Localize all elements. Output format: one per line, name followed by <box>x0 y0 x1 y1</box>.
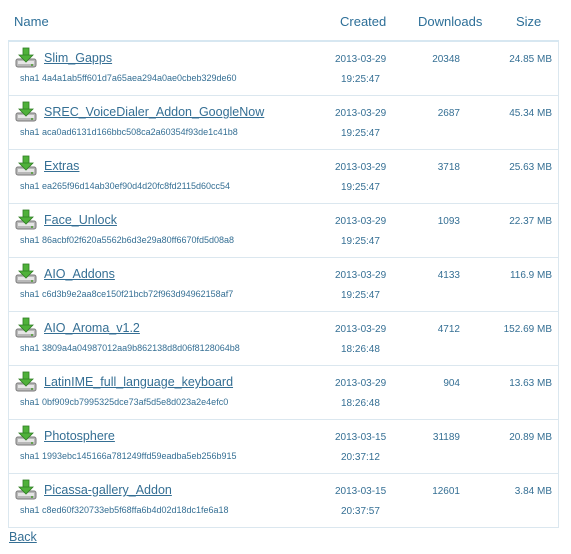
download-icon <box>15 317 37 339</box>
sha1-hash: sha1 ea265f96d14ab30ef90d4d20fc8fd2115d6… <box>20 181 231 191</box>
download-count: 31189 <box>432 432 460 443</box>
sha1-hash: sha1 4a4a1ab5ff601d7a65aea294a0ae0cbeb32… <box>20 73 237 83</box>
download-count: 4712 <box>437 324 460 335</box>
created-time: 19:25:47 <box>341 236 380 247</box>
table-body: Slim_Gapps sha1 4a4a1ab5ff601d7a65aea294… <box>8 42 559 528</box>
table-row: Slim_Gapps sha1 4a4a1ab5ff601d7a65aea294… <box>8 42 559 96</box>
file-table: Name Created Downloads Size Slim_Gapps s… <box>8 0 559 528</box>
download-icon <box>15 209 37 231</box>
file-link[interactable]: Picassa-gallery_Addon <box>44 483 172 497</box>
file-link[interactable]: LatinIME_full_language_keyboard <box>44 375 233 389</box>
sha1-hash: sha1 86acbf02f620a5562b6d3e29a80ff6670fd… <box>20 235 235 245</box>
table-row: Extras sha1 ea265f96d14ab30ef90d4d20fc8f… <box>8 150 559 204</box>
created-date: 2013-03-29 <box>335 162 387 173</box>
column-header-created[interactable]: Created <box>340 14 386 29</box>
created-time: 19:25:47 <box>341 128 380 139</box>
table-row: AIO_Addons sha1 c6d3b9e2aa8ce150f21bcb72… <box>8 258 559 312</box>
created-date: 2013-03-29 <box>335 324 387 335</box>
table-row: Face_Unlock sha1 86acbf02f620a5562b6d3e2… <box>8 204 559 258</box>
file-link[interactable]: AIO_Addons <box>44 267 115 281</box>
download-icon <box>15 425 37 447</box>
table-row: AIO_Aroma_v1.2 sha1 3809a4a04987012aa9b8… <box>8 312 559 366</box>
created-date: 2013-03-29 <box>335 54 387 65</box>
column-header-size[interactable]: Size <box>516 14 541 29</box>
created-date: 2013-03-29 <box>335 108 387 119</box>
download-count: 2687 <box>437 108 460 119</box>
sha1-hash: sha1 1993ebc145166a781249ffd59eadba5eb25… <box>20 451 237 461</box>
file-link[interactable]: Extras <box>44 159 79 173</box>
download-icon <box>15 479 37 501</box>
download-icon <box>15 155 37 177</box>
download-icon <box>15 47 37 69</box>
created-date: 2013-03-29 <box>335 378 387 389</box>
download-count: 12601 <box>432 486 460 497</box>
file-link[interactable]: AIO_Aroma_v1.2 <box>44 321 140 335</box>
sha1-hash: sha1 c8ed60f320733eb5f68ffa6b4d02d18dc1f… <box>20 505 229 515</box>
download-count: 3718 <box>437 162 460 173</box>
download-count: 904 <box>443 378 460 389</box>
created-time: 18:26:48 <box>341 344 380 355</box>
file-size: 45.34 MB <box>509 108 552 119</box>
table-row: Photosphere sha1 1993ebc145166a781249ffd… <box>8 420 559 474</box>
download-count: 4133 <box>437 270 460 281</box>
created-date: 2013-03-15 <box>335 432 387 443</box>
created-time: 20:37:12 <box>341 452 380 463</box>
created-date: 2013-03-29 <box>335 270 387 281</box>
file-size: 13.63 MB <box>509 378 552 389</box>
download-icon <box>15 101 37 123</box>
file-link[interactable]: Slim_Gapps <box>44 51 112 65</box>
created-date: 2013-03-29 <box>335 216 387 227</box>
sha1-hash: sha1 0bf909cb7995325dce73af5d5e8d023a2e4… <box>20 397 229 407</box>
file-link[interactable]: SREC_VoiceDialer_Addon_GoogleNow <box>44 105 264 119</box>
download-count: 20348 <box>432 54 460 65</box>
file-size: 116.9 MB <box>509 270 552 281</box>
created-date: 2013-03-15 <box>335 486 387 497</box>
created-time: 19:25:47 <box>341 182 380 193</box>
sha1-hash: sha1 aca0ad6131d166bbc508ca2a60354f93de1… <box>20 127 238 137</box>
sha1-hash: sha1 c6d3b9e2aa8ce150f21bcb72f963d949621… <box>20 289 234 299</box>
file-size: 24.85 MB <box>509 54 552 65</box>
file-link[interactable]: Face_Unlock <box>44 213 117 227</box>
table-row: LatinIME_full_language_keyboard sha1 0bf… <box>8 366 559 420</box>
table-header: Name Created Downloads Size <box>8 0 559 42</box>
file-size: 25.63 MB <box>509 162 552 173</box>
file-size: 22.37 MB <box>509 216 552 227</box>
column-header-downloads[interactable]: Downloads <box>418 14 482 29</box>
sha1-hash: sha1 3809a4a04987012aa9b862138d8d06f8128… <box>20 343 240 353</box>
created-time: 19:25:47 <box>341 290 380 301</box>
file-size: 3.84 MB <box>514 486 552 497</box>
download-icon <box>15 263 37 285</box>
download-count: 1093 <box>437 216 460 227</box>
created-time: 19:25:47 <box>341 74 380 85</box>
file-link[interactable]: Photosphere <box>44 429 115 443</box>
column-header-name[interactable]: Name <box>14 14 49 29</box>
back-link[interactable]: Back <box>9 530 37 544</box>
created-time: 20:37:57 <box>341 506 380 517</box>
table-row: SREC_VoiceDialer_Addon_GoogleNow sha1 ac… <box>8 96 559 150</box>
table-row: Picassa-gallery_Addon sha1 c8ed60f320733… <box>8 474 559 528</box>
file-size: 20.89 MB <box>509 432 552 443</box>
download-icon <box>15 371 37 393</box>
created-time: 18:26:48 <box>341 398 380 409</box>
file-size: 152.69 MB <box>503 324 552 335</box>
